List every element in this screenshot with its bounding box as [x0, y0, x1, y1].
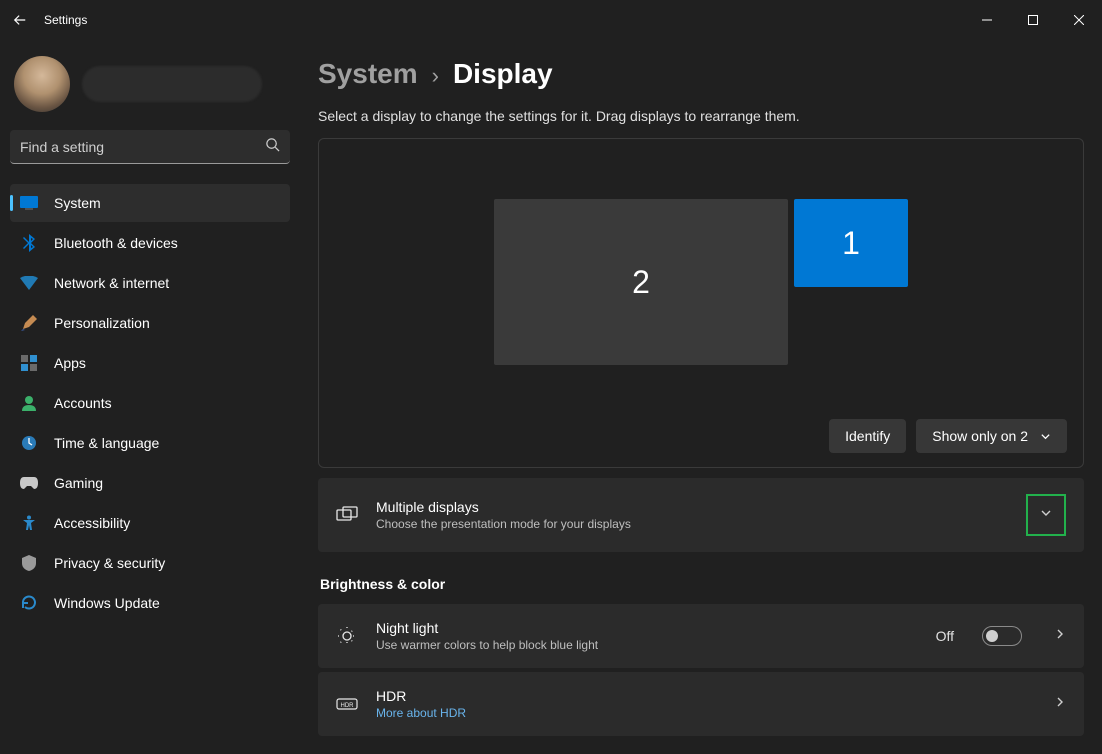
sidebar-item-gaming[interactable]: Gaming [10, 464, 290, 502]
display-mode-value: Show only on 2 [932, 428, 1028, 444]
sidebar-item-accounts[interactable]: Accounts [10, 384, 290, 422]
sidebar-item-label: Bluetooth & devices [54, 235, 178, 251]
display-arrange-area[interactable]: 2 1 [335, 155, 1067, 409]
search-input[interactable] [20, 139, 265, 155]
breadcrumb-parent[interactable]: System [318, 58, 418, 90]
accounts-icon [20, 394, 38, 412]
profile-name-redacted [82, 66, 262, 102]
sidebar-item-system[interactable]: System [10, 184, 290, 222]
sidebar-item-label: Apps [54, 355, 86, 371]
sidebar-item-time-language[interactable]: Time & language [10, 424, 290, 462]
chevron-down-icon [1040, 431, 1051, 442]
night-light-sub: Use warmer colors to help block blue lig… [376, 638, 918, 652]
time-language-icon [20, 434, 38, 452]
apps-icon [20, 354, 38, 372]
hdr-row[interactable]: HDR HDR More about HDR [318, 672, 1084, 736]
display-mode-dropdown[interactable]: Show only on 2 [916, 419, 1067, 453]
sidebar-item-label: Windows Update [54, 595, 160, 611]
multiple-displays-sub: Choose the presentation mode for your di… [376, 517, 994, 531]
svg-text:HDR: HDR [341, 703, 355, 709]
search-field[interactable] [10, 130, 290, 164]
sidebar-item-windows-update[interactable]: Windows Update [10, 584, 290, 622]
night-light-state: Off [936, 628, 954, 644]
window-title: Settings [44, 13, 87, 27]
identify-button[interactable]: Identify [829, 419, 906, 453]
hdr-link[interactable]: More about HDR [376, 706, 1022, 720]
sidebar-item-label: Network & internet [54, 275, 169, 291]
sidebar-item-label: Accessibility [54, 515, 130, 531]
privacy-icon [20, 554, 38, 572]
chevron-down-icon [1040, 507, 1052, 519]
night-light-title: Night light [376, 620, 918, 636]
minimize-button[interactable] [964, 0, 1010, 40]
sidebar-item-personalization[interactable]: Personalization [10, 304, 290, 342]
bluetooth-icon [20, 234, 38, 252]
maximize-button[interactable] [1010, 0, 1056, 40]
sidebar-item-label: Privacy & security [54, 555, 165, 571]
sidebar-item-label: Accounts [54, 395, 112, 411]
sidebar-item-network-internet[interactable]: Network & internet [10, 264, 290, 302]
hdr-icon: HDR [336, 693, 358, 715]
titlebar: Settings [0, 0, 1102, 40]
night-light-icon [336, 625, 358, 647]
sidebar-item-apps[interactable]: Apps [10, 344, 290, 382]
breadcrumb: System › Display [318, 58, 1084, 90]
window-controls [964, 0, 1102, 40]
breadcrumb-separator: › [432, 63, 439, 89]
sidebar-item-privacy-security[interactable]: Privacy & security [10, 544, 290, 582]
close-button[interactable] [1056, 0, 1102, 40]
chevron-right-icon [1054, 695, 1066, 713]
main-content: System › Display Select a display to cha… [300, 40, 1102, 754]
profile[interactable] [10, 50, 290, 130]
chevron-right-icon [1054, 627, 1066, 645]
sidebar-item-accessibility[interactable]: Accessibility [10, 504, 290, 542]
monitor-2[interactable]: 2 [494, 199, 788, 365]
multiple-displays-icon [336, 504, 358, 526]
network-icon [20, 274, 38, 292]
accessibility-icon [20, 514, 38, 532]
sidebar-item-label: Gaming [54, 475, 103, 491]
sidebar-item-label: Time & language [54, 435, 159, 451]
gaming-icon [20, 474, 38, 492]
monitor-1[interactable]: 1 [794, 199, 908, 287]
sidebar: System Bluetooth & devices Network & int… [0, 40, 300, 754]
section-brightness-color: Brightness & color [320, 576, 1084, 592]
avatar [14, 56, 70, 112]
display-arrange-panel: 2 1 Identify Show only on 2 [318, 138, 1084, 468]
night-light-row[interactable]: Night light Use warmer colors to help bl… [318, 604, 1084, 668]
sidebar-item-label: Personalization [54, 315, 150, 331]
sidebar-item-bluetooth-devices[interactable]: Bluetooth & devices [10, 224, 290, 262]
multiple-displays-title: Multiple displays [376, 499, 994, 515]
display-subtitle: Select a display to change the settings … [318, 108, 1084, 124]
windows-update-icon [20, 594, 38, 612]
sidebar-item-label: System [54, 195, 101, 211]
multiple-displays-row[interactable]: Multiple displays Choose the presentatio… [318, 478, 1084, 552]
system-icon [20, 194, 38, 212]
expand-highlight[interactable] [1026, 494, 1066, 536]
search-icon [265, 137, 280, 157]
night-light-toggle[interactable] [982, 626, 1022, 646]
hdr-title: HDR [376, 688, 1022, 704]
back-button[interactable] [10, 10, 30, 30]
personalization-icon [20, 314, 38, 332]
breadcrumb-current: Display [453, 58, 553, 90]
